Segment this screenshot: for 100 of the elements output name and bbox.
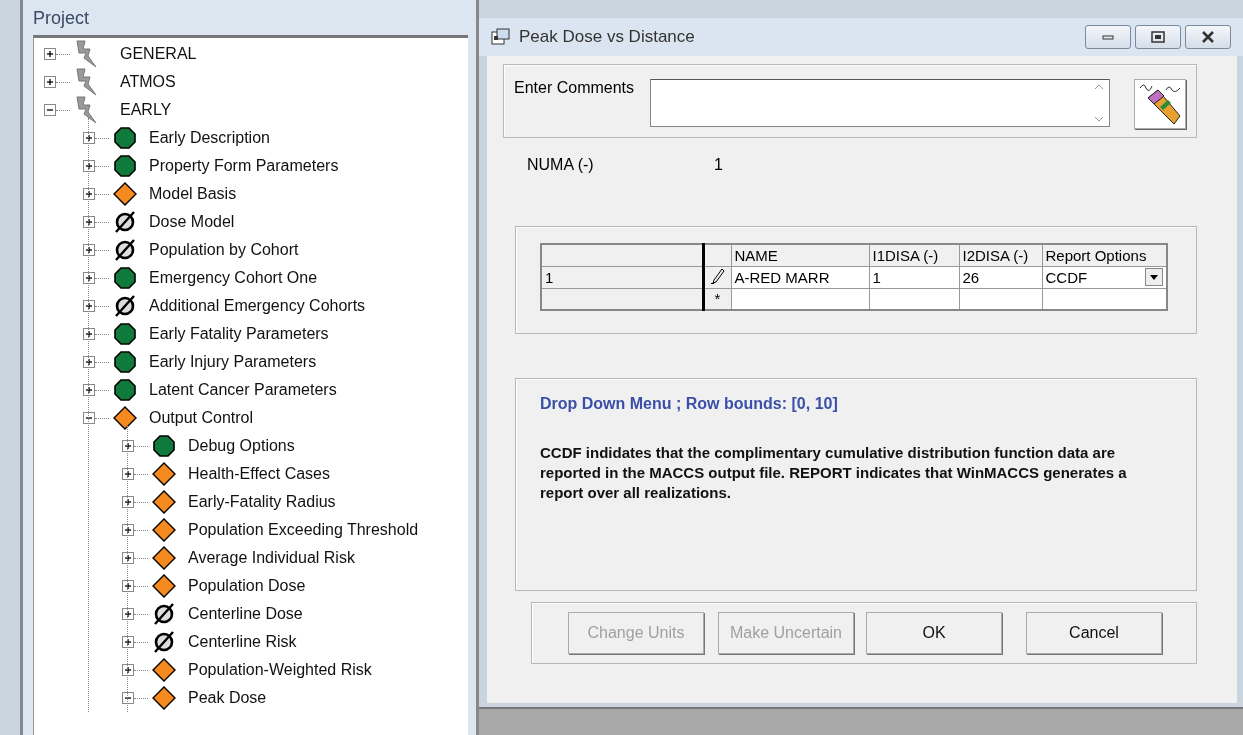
tree-item[interactable]: GENERAL xyxy=(120,45,197,63)
expand-icon[interactable] xyxy=(83,384,95,396)
empty-set-icon xyxy=(113,210,137,234)
expand-icon[interactable] xyxy=(122,608,134,620)
expand-icon[interactable] xyxy=(83,132,95,144)
eraser-pencil-button[interactable] xyxy=(1134,79,1186,129)
expand-icon[interactable] xyxy=(44,76,56,88)
tree-item[interactable]: Early Fatality Parameters xyxy=(149,325,329,343)
tree-item[interactable]: ATMOS xyxy=(120,73,176,91)
octagon-icon xyxy=(114,379,136,401)
expand-icon[interactable] xyxy=(122,524,134,536)
expand-icon[interactable] xyxy=(122,636,134,648)
diamond-icon xyxy=(152,658,176,682)
column-header[interactable]: NAME xyxy=(731,244,869,266)
lightning-icon xyxy=(74,40,98,68)
scroll-up-icon[interactable] xyxy=(1094,84,1104,90)
comments-label: Enter Comments xyxy=(514,79,636,97)
maximize-icon xyxy=(1151,31,1165,43)
dialog-button[interactable]: Cancel xyxy=(1026,612,1162,654)
expand-icon[interactable] xyxy=(122,664,134,676)
expand-icon[interactable] xyxy=(83,356,95,368)
close-icon xyxy=(1201,31,1215,43)
tree-item[interactable]: Population Exceeding Threshold xyxy=(188,521,419,539)
tree-item[interactable]: Output Control xyxy=(149,409,254,427)
tree-item[interactable]: Peak Dose xyxy=(188,689,267,707)
tree-item[interactable]: Emergency Cohort One xyxy=(149,269,318,287)
panel-title: Project xyxy=(32,7,91,30)
empty-set-icon xyxy=(152,602,176,626)
empty-set-icon xyxy=(152,630,176,654)
help-title: Drop Down Menu ; Row bounds: [0, 10] xyxy=(540,395,839,413)
table-cell[interactable]: 1 xyxy=(869,266,959,288)
column-header[interactable]: I2DISA (-) xyxy=(959,244,1042,266)
tree-item[interactable]: Population by Cohort xyxy=(149,241,299,259)
collapse-icon[interactable] xyxy=(83,412,95,424)
expand-icon[interactable] xyxy=(122,552,134,564)
tree-item[interactable]: Additional Emergency Cohorts xyxy=(149,297,366,315)
pencil-icon xyxy=(710,267,725,284)
lightning-icon xyxy=(74,68,98,96)
dialog-button[interactable]: OK xyxy=(866,612,1002,654)
expand-icon[interactable] xyxy=(83,188,95,200)
expand-icon[interactable] xyxy=(122,440,134,452)
row-header[interactable] xyxy=(541,288,703,310)
diamond-icon xyxy=(152,490,176,514)
diamond-icon xyxy=(152,462,176,486)
tree-item[interactable]: Centerline Risk xyxy=(188,633,297,651)
tree-item[interactable]: Centerline Dose xyxy=(188,605,303,623)
collapse-icon[interactable] xyxy=(44,104,56,116)
comments-field[interactable] xyxy=(650,79,1110,127)
expand-icon[interactable] xyxy=(122,468,134,480)
tree-item[interactable]: Early Injury Parameters xyxy=(149,353,317,371)
octagon-icon xyxy=(114,127,136,149)
tree-item[interactable]: Early-Fatality Radius xyxy=(188,493,336,511)
collapse-icon[interactable] xyxy=(122,692,134,704)
tree-item[interactable]: Population-Weighted Risk xyxy=(188,661,372,679)
close-button[interactable] xyxy=(1185,25,1231,49)
expand-icon[interactable] xyxy=(83,160,95,172)
expand-icon[interactable] xyxy=(83,244,95,256)
tree-item[interactable]: EARLY xyxy=(120,101,172,119)
numa-label: NUMA (-) xyxy=(527,156,595,175)
help-text: CCDF indidates that the complimentary cumulative distribution function data are reported in the MACCS output file. REPORT indicates that WinMACCS generates a report over all realizations. xyxy=(540,443,1128,503)
minimize-icon xyxy=(1102,33,1114,41)
tree-item[interactable]: Dose Model xyxy=(149,213,235,231)
expand-icon[interactable] xyxy=(44,48,56,60)
new-row-marker: * xyxy=(714,290,721,308)
octagon-icon xyxy=(114,155,136,177)
window-icon xyxy=(491,28,511,46)
expand-icon[interactable] xyxy=(122,496,134,508)
expand-icon[interactable] xyxy=(83,328,95,340)
octagon-icon xyxy=(114,351,136,373)
expand-icon[interactable] xyxy=(122,580,134,592)
lightning-icon xyxy=(74,96,98,124)
tree-item[interactable]: Property Form Parameters xyxy=(149,157,339,175)
column-header[interactable]: I1DISA (-) xyxy=(869,244,959,266)
dropdown-button[interactable] xyxy=(1145,268,1163,286)
diamond-icon xyxy=(152,574,176,598)
tree-item[interactable]: Model Basis xyxy=(149,185,237,203)
table-cell[interactable]: 26 xyxy=(959,266,1042,288)
numa-value: 1 xyxy=(714,156,723,175)
tree-item[interactable]: Debug Options xyxy=(188,437,295,455)
maximize-button[interactable] xyxy=(1135,25,1181,49)
row-header[interactable]: 1 xyxy=(541,266,703,288)
tree-item[interactable]: Early Description xyxy=(149,129,270,147)
diamond-icon xyxy=(113,182,137,206)
diamond-icon xyxy=(152,546,176,570)
expand-icon[interactable] xyxy=(83,216,95,228)
tree-item[interactable]: Average Individual Risk xyxy=(188,549,355,567)
tree-item[interactable]: Health-Effect Cases xyxy=(188,465,330,483)
column-header[interactable]: Report Options xyxy=(1042,244,1167,266)
tree-item[interactable]: Population Dose xyxy=(188,577,306,595)
empty-set-icon xyxy=(113,294,137,318)
expand-icon[interactable] xyxy=(83,300,95,312)
table-cell[interactable]: A-RED MARR xyxy=(731,266,869,288)
diamond-icon xyxy=(113,406,137,430)
expand-icon[interactable] xyxy=(83,272,95,284)
scroll-down-icon[interactable] xyxy=(1094,116,1104,122)
octagon-icon xyxy=(153,435,175,457)
window-title: Peak Dose vs Distance xyxy=(519,27,696,47)
tree-item[interactable]: Latent Cancer Parameters xyxy=(149,381,337,399)
diamond-icon xyxy=(152,686,176,710)
empty-set-icon xyxy=(113,238,137,262)
